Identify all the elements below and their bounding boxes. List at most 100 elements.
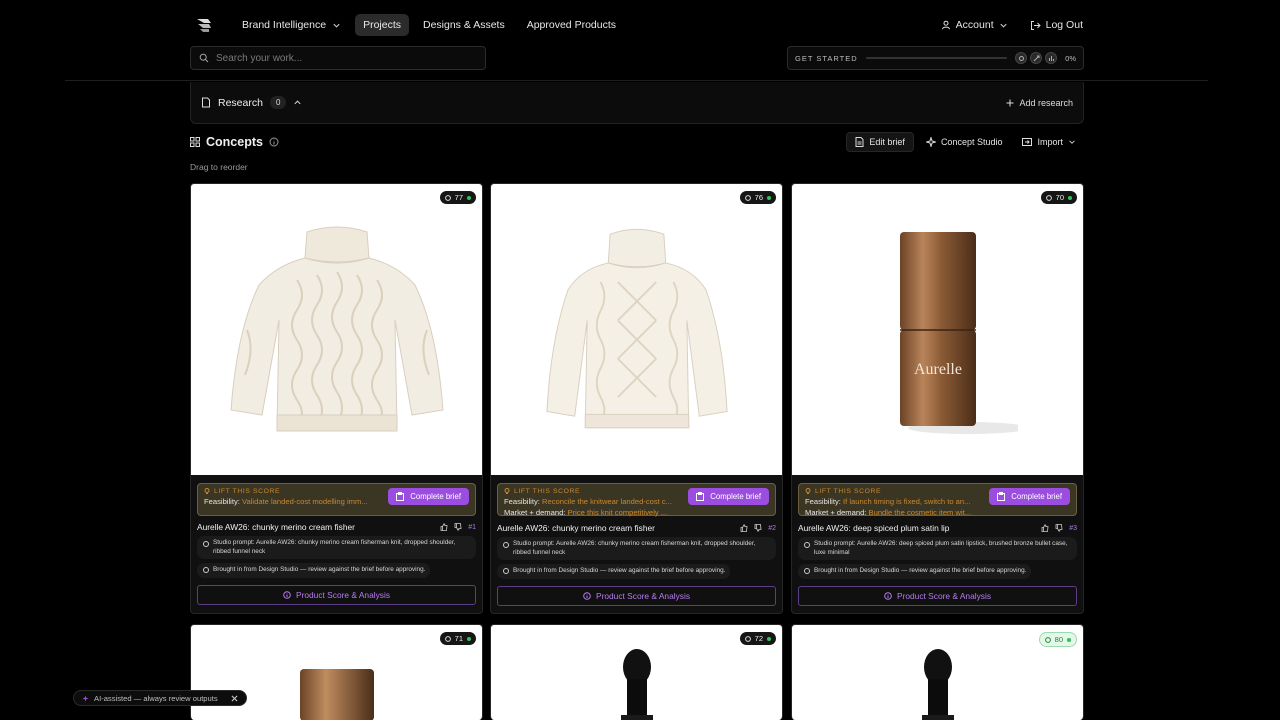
chart-icon[interactable] bbox=[1045, 52, 1058, 64]
document-icon bbox=[202, 97, 210, 108]
edit-brief-button[interactable]: Edit brief bbox=[846, 132, 914, 152]
research-toggle[interactable]: Research 0 bbox=[201, 96, 302, 109]
import-button[interactable]: Import bbox=[1014, 133, 1084, 151]
info-icon bbox=[203, 567, 209, 574]
lightbulb-icon bbox=[204, 488, 210, 494]
chevron-down-icon bbox=[1069, 140, 1075, 144]
concept-title[interactable]: Aurelle AW26: chunky merino cream fisher bbox=[497, 523, 655, 533]
concept-card[interactable]: 77 LIFT THIS SCORE Feasibility: Validate… bbox=[190, 183, 483, 614]
nav-designs-assets[interactable]: Designs & Assets bbox=[415, 14, 513, 36]
nav-label: Approved Products bbox=[526, 19, 617, 31]
thumbs-down-icon[interactable] bbox=[454, 523, 462, 531]
score-value: 77 bbox=[454, 193, 463, 202]
lightbulb-icon bbox=[504, 488, 510, 494]
info-icon bbox=[884, 592, 892, 601]
sparkle-icon bbox=[82, 694, 89, 702]
concept-studio-button[interactable]: Concept Studio bbox=[918, 133, 1011, 151]
nav-approved-products[interactable]: Approved Products bbox=[519, 14, 624, 36]
tag-icon[interactable] bbox=[1015, 52, 1028, 64]
concept-title[interactable]: Aurelle AW26: deep spiced plum satin lip bbox=[798, 523, 949, 533]
thumbs-down-icon[interactable] bbox=[754, 524, 762, 532]
product-score-analysis-button[interactable]: Product Score & Analysis bbox=[798, 586, 1077, 607]
score-value: 76 bbox=[754, 193, 763, 202]
brand-logo-icon[interactable] bbox=[194, 15, 214, 35]
concept-card[interactable]: 72 bbox=[490, 624, 783, 720]
logout-button[interactable]: Log Out bbox=[1030, 19, 1083, 31]
search-input[interactable] bbox=[216, 52, 466, 64]
concept-image[interactable]: 70 Aurelle bbox=[792, 184, 1083, 475]
score-icon bbox=[444, 194, 451, 201]
product-score-analysis-button[interactable]: Product Score & Analysis bbox=[197, 585, 476, 606]
complete-brief-button[interactable]: Complete brief bbox=[688, 488, 769, 505]
lift-score-panel: LIFT THIS SCORE Feasibility: Validate la… bbox=[197, 483, 476, 516]
nav-brand-intelligence[interactable]: Brand Intelligence bbox=[234, 14, 349, 36]
search-bar bbox=[190, 46, 486, 70]
nav-label: Brand Intelligence bbox=[242, 19, 327, 31]
info-icon bbox=[804, 542, 810, 548]
concepts-title: Concepts bbox=[206, 135, 263, 149]
toast-text: AI-assisted — always review outputs bbox=[94, 693, 218, 703]
plus-icon bbox=[1006, 99, 1014, 106]
dropper-bottle-image bbox=[921, 649, 954, 720]
score-badge: 72 bbox=[739, 632, 776, 645]
clipboard-icon bbox=[396, 492, 405, 501]
concept-title[interactable]: Aurelle AW26: chunky merino cream fisher bbox=[197, 522, 355, 532]
nav-label: Projects bbox=[363, 19, 401, 31]
info-icon bbox=[583, 592, 591, 601]
get-started-progress-bar bbox=[865, 57, 1008, 59]
top-nav: Brand Intelligence Projects Designs & As… bbox=[190, 12, 1083, 38]
score-badge: 70 bbox=[1040, 191, 1077, 204]
import-label: Import bbox=[1037, 137, 1063, 147]
account-menu[interactable]: Account bbox=[941, 19, 1008, 31]
complete-brief-button[interactable]: Complete brief bbox=[388, 488, 469, 505]
grid-icon bbox=[190, 137, 200, 147]
info-icon[interactable] bbox=[269, 137, 279, 147]
concept-image[interactable]: 77 bbox=[191, 184, 482, 475]
rank-label: #3 bbox=[1069, 524, 1077, 532]
thumbs-up-icon[interactable] bbox=[440, 523, 448, 531]
research-panel: Research 0 Add research bbox=[190, 82, 1084, 124]
score-value: 72 bbox=[754, 634, 763, 643]
cable-knit-sweater-image bbox=[229, 226, 444, 431]
provenance-note: Brought in from Design Studio — review a… bbox=[798, 564, 1032, 579]
user-icon bbox=[941, 20, 950, 30]
chevron-down-icon bbox=[1000, 23, 1007, 28]
score-icon bbox=[744, 635, 751, 642]
lipstick-tube-image bbox=[299, 669, 374, 720]
product-score-analysis-button[interactable]: Product Score & Analysis bbox=[497, 586, 776, 607]
info-icon bbox=[503, 568, 509, 575]
nav-projects[interactable]: Projects bbox=[355, 14, 409, 36]
score-badge: 71 bbox=[439, 632, 476, 645]
complete-brief-button[interactable]: Complete brief bbox=[989, 488, 1070, 505]
account-label: Account bbox=[955, 19, 994, 31]
info-icon bbox=[804, 568, 810, 575]
score-value: 70 bbox=[1055, 193, 1064, 202]
studio-prompt: Studio prompt: Aurelle AW26: chunky meri… bbox=[497, 537, 776, 561]
concept-image[interactable]: 72 bbox=[491, 625, 782, 720]
score-value: 80 bbox=[1054, 635, 1063, 644]
lightbulb-icon bbox=[805, 488, 811, 494]
lift-line: Market + demand: Price this knit competi… bbox=[504, 508, 668, 517]
score-value: 71 bbox=[454, 634, 463, 643]
concept-card[interactable]: 70 Aurelle LIFT THIS SCORE Feasibility: … bbox=[791, 183, 1084, 614]
thumbs-down-icon[interactable] bbox=[1055, 524, 1063, 532]
research-title: Research bbox=[218, 96, 263, 109]
lift-score-panel: LIFT THIS SCORE Feasibility: If launch t… bbox=[798, 483, 1077, 517]
close-icon[interactable] bbox=[231, 695, 238, 702]
thumbs-up-icon[interactable] bbox=[1041, 524, 1049, 532]
info-icon bbox=[503, 542, 509, 548]
chevron-down-icon bbox=[333, 23, 340, 28]
get-started-label: GET STARTED bbox=[795, 53, 858, 63]
concept-card[interactable]: 80 bbox=[791, 624, 1084, 720]
link-icon[interactable] bbox=[1030, 52, 1043, 64]
provenance-note: Brought in from Design Studio — review a… bbox=[497, 564, 731, 579]
search-icon bbox=[199, 53, 209, 63]
concept-image[interactable]: 80 bbox=[792, 625, 1083, 720]
add-research-button[interactable]: Add research bbox=[1006, 98, 1073, 108]
concept-card[interactable]: 76 LIFT THIS SCORE Feasibility: Reconcil… bbox=[490, 183, 783, 614]
thumbs-up-icon[interactable] bbox=[740, 524, 748, 532]
concept-image[interactable]: 76 bbox=[491, 184, 782, 475]
chevron-up-icon bbox=[294, 100, 301, 105]
score-icon bbox=[444, 635, 451, 642]
get-started-progress[interactable]: GET STARTED 0% bbox=[787, 46, 1084, 70]
